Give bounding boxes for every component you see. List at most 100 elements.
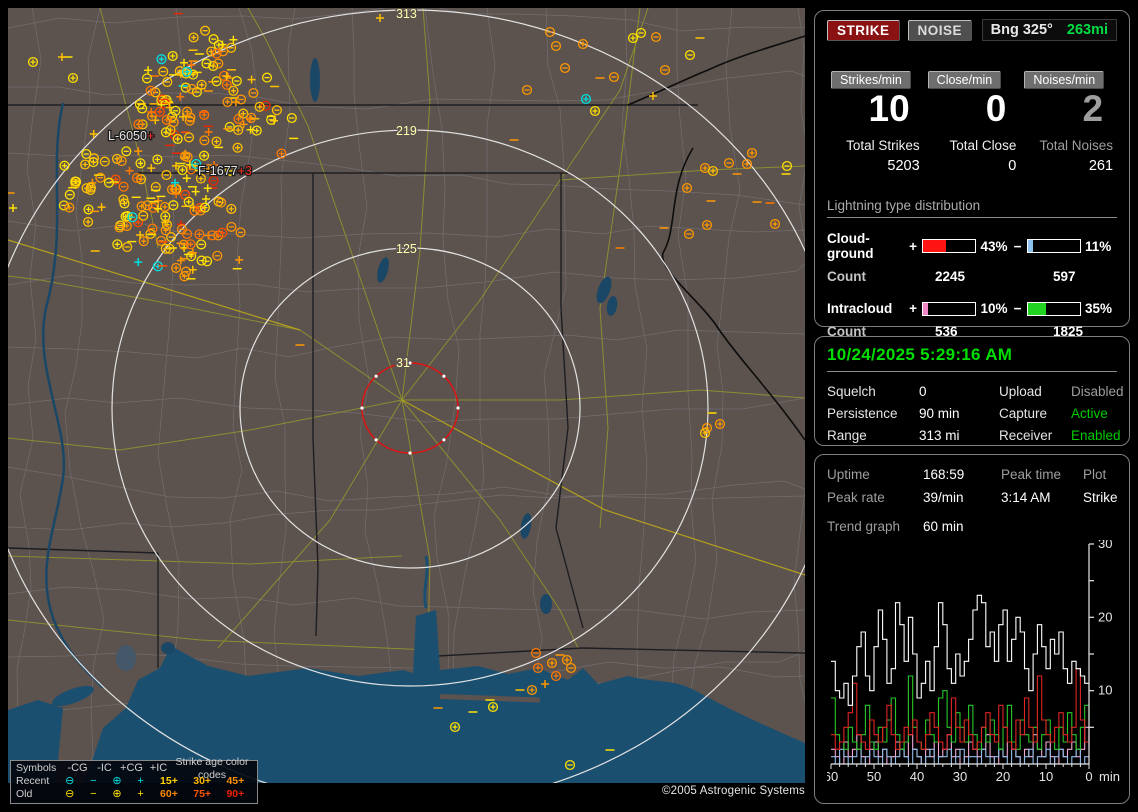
persistence-value: 90 min	[919, 406, 960, 421]
ic-neg-bar	[1026, 301, 1081, 316]
upload-label: Upload	[999, 384, 1042, 399]
bearing-distance: 263mi	[1066, 22, 1108, 38]
minus-sign: −	[1013, 301, 1022, 316]
receiver-label: Receiver	[999, 428, 1053, 443]
range-label: Range	[827, 428, 867, 443]
plot-label: Plot	[1083, 467, 1107, 482]
age-90: 90+	[226, 788, 245, 800]
squelch-value: 0	[919, 384, 927, 399]
svg-text:50: 50	[867, 769, 881, 784]
svg-text:20: 20	[1098, 609, 1112, 624]
age-15: 15+	[160, 775, 178, 787]
neg-ic-old-icon: −	[90, 788, 97, 800]
strikes-per-min-chip: Strikes/min	[831, 71, 911, 89]
legend-recent-row: Recent ⊖ − ⊕ + 15+ 30+ 45+	[16, 775, 252, 788]
trend-chart: 10 20 30 60 50 40 30 20 10 0 min	[824, 536, 1127, 795]
uptime-label: Uptime	[827, 467, 870, 482]
cg-pos-bar	[922, 239, 977, 253]
svg-text:40: 40	[910, 769, 924, 784]
ic-pos-bar	[922, 301, 977, 316]
trend-panel: Uptime 168:59 Peak time Plot Peak rate 3…	[814, 454, 1130, 804]
ic-pos-pct: 10%	[980, 301, 1008, 316]
intracloud-row: Intracloud + 10% − 35%	[827, 301, 1117, 316]
svg-text:10: 10	[1098, 683, 1112, 698]
cg-neg-count: 597	[1053, 269, 1076, 284]
age-60: 60+	[160, 788, 178, 800]
age-30: 30+	[193, 775, 212, 787]
uptime-value: 168:59	[923, 467, 965, 482]
legend-old-row: Old ⊖ − ⊕ + 60+ 75+ 90+	[16, 788, 252, 801]
cloud-ground-label: Cloud-ground	[827, 231, 874, 261]
plot-value: Strike	[1083, 490, 1118, 505]
strikes-per-min-column: Strikes/min 10 Total Strikes 5203	[827, 71, 924, 174]
cg-pos-count: 2245	[935, 269, 966, 284]
distribution-title: Lightning type distribution	[827, 198, 1117, 218]
cloud-ground-row: Cloud-ground + 43% − 11%	[827, 231, 1117, 261]
svg-text:0: 0	[1085, 769, 1092, 784]
neg-cg-old-icon: ⊖	[65, 788, 75, 800]
storm-cell-label: L-6050+	[108, 129, 154, 143]
legend-header-row: Symbols -CG -IC +CG +IC Strike age color…	[16, 756, 252, 781]
minus-sign: −	[1013, 238, 1022, 254]
legend-symbols-header: Symbols	[16, 762, 57, 774]
squelch-label: Squelch	[827, 384, 876, 399]
age-45: 45+	[226, 775, 245, 787]
pos-ic-recent-icon: +	[137, 775, 144, 787]
bearing-readout: Bng 325° 263mi	[981, 19, 1117, 41]
bearing-value: Bng 325°	[990, 22, 1053, 38]
datetime-readout: 10/24/2025 5:29:16 AM	[827, 345, 1117, 372]
total-noises-label: Total Noises	[1039, 138, 1114, 153]
range-ring-label: 313	[396, 8, 417, 21]
svg-text:30: 30	[953, 769, 967, 784]
pos-cg-old-icon: ⊕	[112, 788, 122, 800]
peak-time-label: Peak time	[1001, 467, 1062, 482]
noises-per-min-chip: Noises/min	[1024, 71, 1105, 89]
plus-sign: +	[909, 301, 917, 316]
nexstorm-app: { "header": { "strike_btn": "STRIKE", "n…	[0, 0, 1138, 812]
close-per-min-column: Close/min 0 Total Close 0	[924, 71, 1021, 174]
cg-neg-pct: 11%	[1084, 238, 1112, 254]
legend-col-ncg: -CG	[67, 762, 88, 774]
range-ring-label: 219	[396, 124, 417, 138]
close-per-min-chip: Close/min	[927, 71, 1002, 89]
peak-rate-label: Peak rate	[827, 490, 885, 505]
map-canvas[interactable]: L-6050+ F-1677+3 313 219 125 31	[8, 8, 805, 783]
strike-toggle-button[interactable]: STRIKE	[827, 19, 900, 41]
cloud-ground-count-row: Count 2245 597	[827, 269, 1117, 284]
upload-status: Disabled	[1071, 384, 1124, 399]
range-value: 313 mi	[919, 428, 960, 443]
intracloud-label: Intracloud	[827, 301, 893, 316]
strike-map[interactable]: L-6050+ F-1677+3 313 219 125 31	[8, 8, 805, 783]
svg-text:20: 20	[996, 769, 1010, 784]
legend-col-nic: -IC	[97, 762, 112, 774]
trend-graph-value: 60 min	[923, 519, 964, 534]
pos-ic-old-icon: +	[137, 788, 144, 800]
neg-cg-recent-icon: ⊖	[65, 775, 75, 787]
total-strikes-value: 5203	[887, 158, 920, 174]
total-strikes-label: Total Strikes	[846, 138, 920, 153]
capture-label: Capture	[999, 406, 1048, 421]
noises-per-min-column: Noises/min 2 Total Noises 261	[1020, 71, 1117, 174]
neg-ic-recent-icon: −	[90, 775, 97, 787]
svg-text:10: 10	[1039, 769, 1053, 784]
peak-rate-value: 39/min	[923, 490, 964, 505]
legend-col-pic: +IC	[149, 762, 168, 774]
svg-text:30: 30	[1098, 540, 1112, 551]
count-label: Count	[827, 269, 866, 284]
age-75: 75+	[193, 788, 212, 800]
svg-text:min: min	[1099, 769, 1120, 784]
legend-col-pcg: +CG	[120, 762, 143, 774]
range-ring-label: 31	[396, 356, 410, 370]
range-ring-label: 125	[396, 242, 417, 256]
total-close-label: Total Close	[949, 138, 1017, 153]
close-per-min-value: 0	[985, 88, 1007, 129]
noise-toggle-button[interactable]: NOISE	[907, 19, 973, 41]
noises-per-min-value: 2	[1082, 88, 1104, 129]
strike-stats-panel: STRIKE NOISE Bng 325° 263mi Strikes/min …	[814, 10, 1130, 339]
map-legend: Symbols -CG -IC +CG +IC Strike age color…	[10, 756, 258, 804]
plus-sign: +	[909, 238, 917, 254]
svg-text:60: 60	[827, 769, 838, 784]
legend-old-label: Old	[16, 788, 33, 800]
trend-graph-label: Trend graph	[827, 519, 901, 534]
capture-status: Active	[1071, 406, 1108, 421]
